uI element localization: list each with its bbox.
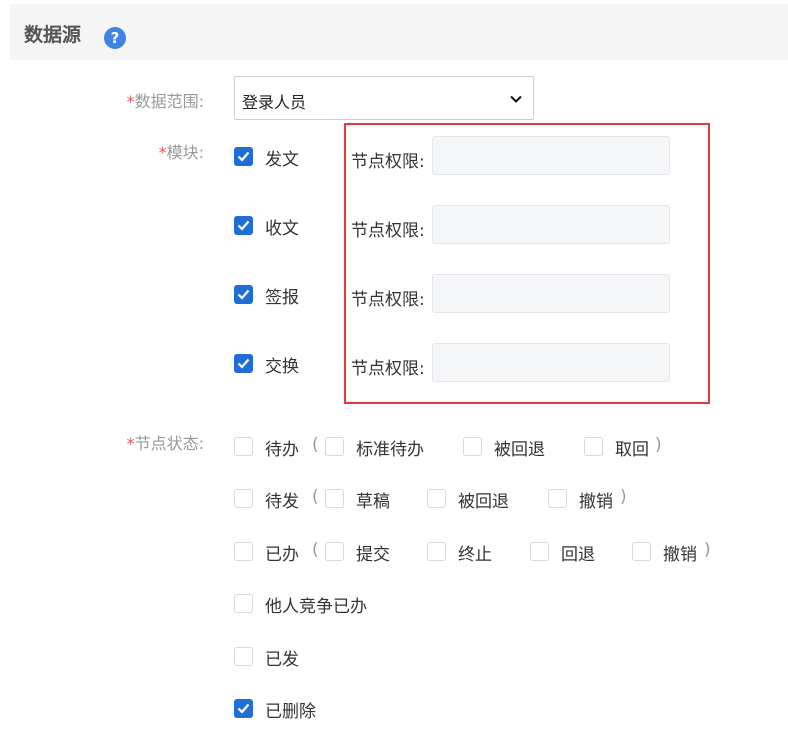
close-paren: ) [655, 435, 662, 455]
status-pending-returned-label: 被回退 [494, 440, 545, 460]
modules-label: *模块: [158, 143, 204, 162]
module-jiaohuan-label: 交换 [265, 357, 299, 377]
data-range-label: *数据范围: [126, 92, 204, 111]
status-tosend-returned-checkbox[interactable] [427, 489, 446, 508]
close-paren: ) [704, 540, 711, 560]
status-done-checkbox[interactable] [234, 542, 253, 561]
status-tosend-returned-label: 被回退 [458, 492, 509, 512]
status-tosend-label: 待发 [265, 492, 299, 512]
status-done-rollback-checkbox[interactable] [530, 542, 549, 561]
status-others-done-checkbox[interactable] [234, 594, 253, 613]
module-jiaohuan-checkbox[interactable] [234, 354, 253, 373]
section-header: 数据源 ? [10, 4, 788, 60]
node-permission-label: 节点权限: [351, 152, 425, 172]
module-qianbao-label: 签报 [265, 288, 299, 308]
status-pending-retrieve-checkbox[interactable] [584, 437, 603, 456]
status-others-done-label: 他人竞争已办 [265, 597, 367, 617]
node-permission-label: 节点权限: [351, 359, 425, 379]
module-shouwen-checkbox[interactable] [234, 216, 253, 235]
close-paren: ) [620, 487, 627, 507]
status-pending-checkbox[interactable] [234, 437, 253, 456]
node-permission-input-shouwen[interactable] [432, 205, 670, 244]
module-fawen-checkbox[interactable] [234, 147, 253, 166]
module-fawen-label: 发文 [265, 150, 299, 170]
section-title: 数据源 [24, 24, 82, 46]
module-shouwen-label: 收文 [265, 219, 299, 239]
status-tosend-checkbox[interactable] [234, 489, 253, 508]
node-permission-label: 节点权限: [351, 221, 425, 241]
module-qianbao-checkbox[interactable] [234, 285, 253, 304]
status-tosend-revoke-checkbox[interactable] [548, 489, 567, 508]
question-circle-icon[interactable]: ? [104, 27, 126, 49]
status-tosend-draft-checkbox[interactable] [325, 489, 344, 508]
status-tosend-draft-label: 草稿 [356, 492, 390, 512]
status-done-revoke-checkbox[interactable] [632, 542, 651, 561]
chevron-down-icon [510, 95, 522, 103]
status-sent-checkbox[interactable] [234, 647, 253, 666]
status-done-terminate-checkbox[interactable] [427, 542, 446, 561]
status-sent-label: 已发 [265, 650, 299, 670]
data-range-value: 登录人员 [242, 93, 307, 112]
node-permission-input-jiaohuan[interactable] [432, 343, 670, 382]
status-pending-retrieve-label: 取回 [615, 440, 649, 460]
status-deleted-label: 已删除 [265, 702, 316, 722]
node-permission-label: 节点权限: [351, 290, 425, 310]
status-done-submit-checkbox[interactable] [325, 542, 344, 561]
status-pending-standard-label: 标准待办 [356, 440, 424, 460]
node-permission-input-qianbao[interactable] [432, 274, 670, 313]
open-paren: ( [312, 435, 319, 455]
status-done-submit-label: 提交 [356, 545, 390, 565]
node-status-label: *节点状态: [126, 434, 204, 453]
status-pending-standard-checkbox[interactable] [325, 437, 344, 456]
status-tosend-revoke-label: 撤销 [579, 492, 613, 512]
status-pending-label: 待办 [265, 440, 299, 460]
status-pending-returned-checkbox[interactable] [463, 437, 482, 456]
status-done-revoke-label: 撤销 [663, 545, 697, 565]
status-deleted-checkbox[interactable] [234, 699, 253, 718]
node-permission-input-fawen[interactable] [432, 136, 670, 175]
open-paren: ( [312, 540, 319, 560]
status-done-label: 已办 [265, 545, 299, 565]
status-done-rollback-label: 回退 [561, 545, 595, 565]
open-paren: ( [312, 487, 319, 507]
data-range-select[interactable]: 登录人员 [234, 76, 534, 120]
status-done-terminate-label: 终止 [458, 545, 492, 565]
